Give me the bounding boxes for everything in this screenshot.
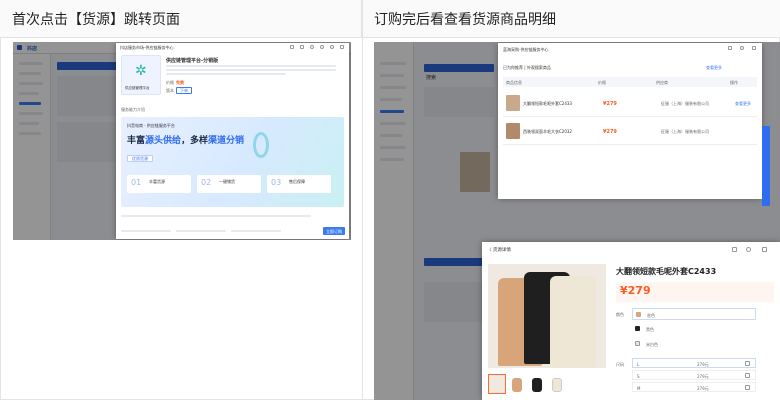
list-tab[interactable]: 已为你推荐 | 外观搜索商品 [503, 65, 551, 71]
banner-brand: 抖音电商 · 供应链服务平台 [127, 123, 175, 128]
right-caption: 订购完后看查看货源商品明细 [362, 0, 780, 38]
close-icon[interactable] [762, 247, 767, 252]
size-price: 279元 [697, 374, 709, 379]
step-num-3: 03 [271, 178, 282, 187]
headline-d: 渠道分销 [208, 136, 245, 146]
step-card-1: 优质货源 [127, 155, 153, 162]
version-label: 版本 [166, 88, 174, 93]
settings-icon[interactable] [320, 45, 324, 49]
product-detail-modal: 〈 货源详情 大翻领短款毛呢外套C2433 ¥279 颜色 驼色 黑色 米白色 … [482, 242, 780, 400]
modal-title: 抖店服务市场-供应链服务中心 [120, 45, 174, 50]
left-caption: 首次点击【货源】跳转页面 [0, 0, 362, 38]
size-option[interactable]: M 279元 [632, 382, 756, 392]
right-screenshot: 搜索 蓝海采购-供应链服务中心 已为你推荐 | 外观搜索商品 查看更多 商品信息… [374, 42, 780, 400]
size-option[interactable]: S 279元 [632, 370, 756, 380]
service-name: 供应链管理平台-分销版 [166, 58, 219, 64]
headline-c: ，多样 [181, 136, 209, 146]
product-thumb [506, 95, 520, 111]
expand-icon[interactable] [732, 247, 737, 252]
side-highlight [762, 126, 770, 206]
size-option[interactable]: L 279元 [632, 358, 756, 368]
color-name: 黑色 [646, 327, 654, 332]
expand-icon[interactable] [300, 45, 304, 49]
color-option[interactable]: 驼色 [632, 308, 756, 320]
promo-banner: 抖音电商 · 供应链服务平台 丰富源头供给，多样渠道分销 优质货源 01 丰富货… [121, 117, 344, 207]
step-num-2: 02 [201, 178, 212, 187]
step-label-1: 丰富货源 [149, 179, 165, 184]
step-box-3: 03 售后保障 [267, 175, 331, 193]
size-name: S [637, 374, 640, 379]
help-icon[interactable] [310, 45, 314, 49]
list-link[interactable]: 查看更多 [706, 65, 722, 71]
product-name: 西装领双面羊毛大衣C2032 [523, 129, 572, 134]
size-price: 279元 [697, 362, 709, 367]
step-label-2: 一键铺货 [219, 179, 235, 184]
color-name: 驼色 [647, 313, 655, 318]
refresh-icon[interactable] [740, 46, 744, 50]
close-icon[interactable] [752, 46, 756, 50]
service-logo: ✲ 供应链管理平台 [121, 55, 161, 95]
panel-divider [362, 0, 363, 400]
size-name: L [637, 362, 640, 367]
color-label: 颜色 [616, 312, 624, 317]
col-product: 商品信息 [506, 80, 522, 85]
color-option[interactable]: 米白色 [632, 338, 756, 350]
step-box-2: 02 一键铺货 [197, 175, 261, 193]
col-supplier: 供应商 [656, 80, 668, 85]
price-value: 免费 [176, 80, 184, 85]
external-icon[interactable] [290, 45, 294, 49]
left-screenshot: 抖店 抖店服务市场-供应链服务中心 ✲ 供应链管理平台 供应链管理平台-分销版 … [13, 42, 351, 240]
banner-graphic-icon [253, 132, 269, 158]
section-label: 服务能力介绍 [121, 107, 145, 112]
refresh-icon[interactable] [330, 45, 334, 49]
product-main-image [488, 264, 606, 368]
thumb-strip [488, 374, 606, 394]
price-label: 价格 [166, 80, 174, 85]
product-name: 大翻领短款毛呢外套C2433 [523, 101, 572, 106]
row-link[interactable]: 查看更多 [735, 101, 751, 107]
col-price: 价格 [598, 80, 606, 85]
headline-a: 丰富 [127, 136, 146, 146]
size-label: 尺码 [616, 362, 624, 367]
detail-title: 大翻领短款毛呢外套C2433 [616, 267, 717, 276]
expand-icon[interactable] [728, 46, 732, 50]
col-action: 操作 [730, 80, 738, 85]
list-modal-title: 蓝海采购-供应链服务中心 [503, 47, 549, 52]
version-option[interactable]: 下单 [176, 87, 192, 94]
color-option[interactable]: 黑色 [632, 323, 756, 335]
product-supplier: 征服（上海）服装有限公司 [661, 129, 709, 134]
product-price: ¥279 [603, 129, 617, 135]
headline-b: 源头供给 [145, 136, 182, 146]
size-price: 279元 [697, 386, 709, 391]
service-modal: 抖店服务市场-供应链服务中心 ✲ 供应链管理平台 供应链管理平台-分销版 价格 … [116, 43, 349, 239]
product-thumb [506, 123, 520, 139]
step-label-3: 售后保障 [289, 179, 305, 184]
product-price: ¥279 [603, 101, 617, 107]
table-row[interactable]: 大翻领短款毛呢外套C2433 ¥279 征服（上海）服装有限公司 查看更多 [503, 91, 757, 117]
detail-price: ¥279 [620, 284, 651, 297]
table-row[interactable]: 西装领双面羊毛大衣C2032 ¥279 征服（上海）服装有限公司 [503, 119, 757, 145]
refresh-icon[interactable] [746, 247, 751, 252]
step-box-1: 01 丰富货源 [127, 175, 191, 193]
table-header [503, 77, 757, 87]
supply-list-modal: 蓝海采购-供应链服务中心 已为你推荐 | 外观搜索商品 查看更多 商品信息 价格… [498, 43, 762, 199]
color-name: 米白色 [646, 342, 658, 347]
close-icon[interactable] [340, 45, 344, 49]
order-button[interactable]: 立即订购 [323, 227, 345, 235]
size-name: M [637, 386, 641, 391]
detail-back[interactable]: 〈 货源详情 [487, 247, 511, 253]
step-num-1: 01 [131, 178, 142, 187]
store-name: 供应链管理平台 [125, 86, 150, 90]
product-supplier: 征服（上海）服装有限公司 [661, 101, 709, 106]
